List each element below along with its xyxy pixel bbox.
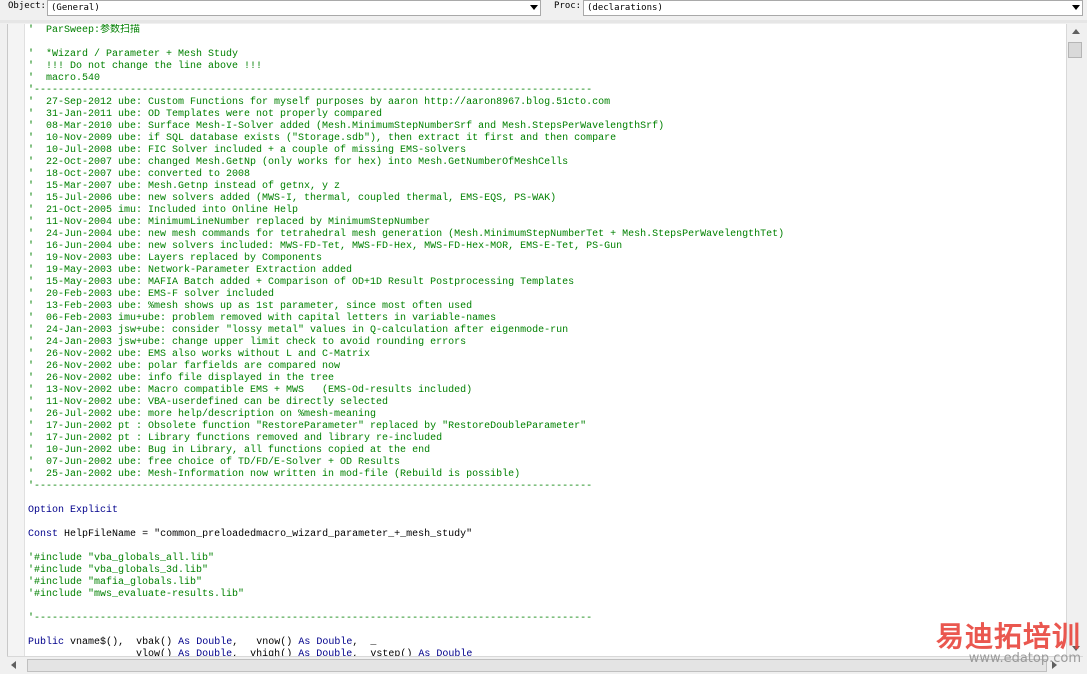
comment-line[interactable]: ' 26-Nov-2002 ube: EMS also works withou… — [28, 349, 784, 361]
comment-line[interactable]: ' 10-Jun-2002 ube: Bug in Library, all f… — [28, 445, 784, 457]
comment-line[interactable]: ' 26-Nov-2002 ube: info file displayed i… — [28, 373, 784, 385]
watermark-url: www.edatop.com — [968, 651, 1081, 666]
comment-line[interactable]: ' 16-Jun-2004 ube: new solvers included:… — [28, 241, 784, 253]
comment-line[interactable]: '---------------------------------------… — [28, 85, 784, 97]
object-dropdown[interactable]: (General) — [47, 0, 541, 16]
comment-line[interactable]: ' 15-May-2003 ube: MAFIA Batch added + C… — [28, 277, 784, 289]
comment-line[interactable]: ' 25-Jan-2002 ube: Mesh-Information now … — [28, 469, 784, 481]
comment-line[interactable]: ' 15-Jul-2006 ube: new solvers added (MW… — [28, 193, 784, 205]
editor-margin[interactable] — [8, 24, 25, 656]
comment-line[interactable]: ' 11-Nov-2004 ube: MinimumLineNumber rep… — [28, 217, 784, 229]
comment-line[interactable]: ' 10-Jul-2008 ube: FIC Solver included +… — [28, 145, 784, 157]
blank-line[interactable] — [28, 625, 784, 637]
proc-label: Proc: — [554, 1, 582, 11]
comment-line[interactable]: '#include "vba_globals_all.lib" — [28, 553, 784, 565]
code-editor[interactable]: ' ParSweep:参数扫描 ' *Wizard / Parameter + M… — [7, 24, 1066, 656]
object-dropdown-value: (General) — [51, 3, 100, 13]
blank-line[interactable] — [28, 541, 784, 553]
comment-line[interactable]: '#include "mws_evaluate-results.lib" — [28, 589, 784, 601]
comment-line[interactable]: '#include "mafia_globals.lib" — [28, 577, 784, 589]
comment-line[interactable]: ' 13-Feb-2003 ube: %mesh shows up as 1st… — [28, 301, 784, 313]
blank-line[interactable] — [28, 517, 784, 529]
comment-line[interactable]: ' macro.540 — [28, 73, 784, 85]
comment-line[interactable]: ' 19-May-2003 ube: Network-Parameter Ext… — [28, 265, 784, 277]
comment-line[interactable]: ' 13-Nov-2002 ube: Macro compatible EMS … — [28, 385, 784, 397]
comment-line[interactable]: ' 17-Jun-2002 pt : Library functions rem… — [28, 433, 784, 445]
comment-line[interactable]: ' 10-Nov-2009 ube: if SQL database exist… — [28, 133, 784, 145]
scroll-up-button[interactable] — [1067, 24, 1084, 40]
comment-line[interactable]: ' *Wizard / Parameter + Mesh Study — [28, 49, 784, 61]
comment-line[interactable]: ' !!! Do not change the line above !!! — [28, 61, 784, 73]
watermark-title: 易迪拓培训 — [935, 620, 1081, 653]
comment-line[interactable]: ' 06-Feb-2003 imu+ube: problem removed w… — [28, 313, 784, 325]
arrow-up-icon — [1072, 29, 1080, 34]
blank-line[interactable] — [28, 37, 784, 49]
comment-line[interactable]: ' 20-Feb-2003 ube: EMS-F solver included — [28, 289, 784, 301]
horizontal-scroll-thumb[interactable] — [27, 659, 1047, 672]
code-text[interactable]: ' ParSweep:参数扫描 ' *Wizard / Parameter + M… — [28, 25, 784, 656]
comment-line[interactable]: '---------------------------------------… — [28, 613, 784, 625]
code-line[interactable]: Option Explicit — [28, 505, 784, 517]
proc-dropdown-value: (declarations) — [587, 3, 663, 13]
chevron-down-icon[interactable] — [530, 5, 538, 10]
comment-line[interactable]: ' 17-Jun-2002 pt : Obsolete function "Re… — [28, 421, 784, 433]
comment-line[interactable]: ' 26-Jul-2002 ube: more help/description… — [28, 409, 784, 421]
comment-line[interactable]: ' ParSweep:参数扫描 — [28, 25, 784, 37]
comment-line[interactable]: ' 22-Oct-2007 ube: changed Mesh.GetNp (o… — [28, 157, 784, 169]
vertical-scrollbar[interactable] — [1066, 24, 1084, 656]
comment-line[interactable]: ' 19-Nov-2003 ube: Layers replaced by Co… — [28, 253, 784, 265]
proc-dropdown[interactable]: (declarations) — [583, 0, 1083, 16]
comment-line[interactable]: ' 18-Oct-2007 ube: converted to 2008 — [28, 169, 784, 181]
comment-line[interactable]: ' 11-Nov-2002 ube: VBA-userdefined can b… — [28, 397, 784, 409]
code-line[interactable]: Public vname$(), vbak() As Double, vnow(… — [28, 637, 784, 649]
code-line[interactable]: vlow() As Double, vhigh() As Double, vst… — [28, 649, 784, 656]
comment-line[interactable]: '#include "vba_globals_3d.lib" — [28, 565, 784, 577]
code-line[interactable]: Const HelpFileName = "common_preloadedma… — [28, 529, 784, 541]
comment-line[interactable]: ' 24-Jun-2004 ube: new mesh commands for… — [28, 229, 784, 241]
comment-line[interactable]: ' 21-Oct-2005 imu: Included into Online … — [28, 205, 784, 217]
horizontal-scrollbar[interactable] — [7, 656, 1083, 674]
comment-line[interactable]: ' 08-Mar-2010 ube: Surface Mesh-I-Solver… — [28, 121, 784, 133]
comment-line[interactable]: ' 24-Jan-2003 jsw+ube: change upper limi… — [28, 337, 784, 349]
comment-line[interactable]: ' 07-Jun-2002 ube: free choice of TD/FD/… — [28, 457, 784, 469]
watermark: 易迪拓培训 www.edatop.com — [936, 622, 1081, 666]
comment-line[interactable]: '---------------------------------------… — [28, 481, 784, 493]
object-label: Object: — [8, 1, 46, 11]
toolbar-divider — [0, 20, 1087, 23]
chevron-down-icon[interactable] — [1072, 5, 1080, 10]
arrow-left-icon[interactable] — [11, 661, 16, 669]
comment-line[interactable]: ' 31-Jan-2011 ube: OD Templates were not… — [28, 109, 784, 121]
blank-line[interactable] — [28, 493, 784, 505]
blank-line[interactable] — [28, 601, 784, 613]
comment-line[interactable]: ' 27-Sep-2012 ube: Custom Functions for … — [28, 97, 784, 109]
vertical-scroll-thumb[interactable] — [1068, 42, 1082, 58]
comment-line[interactable]: ' 26-Nov-2002 ube: polar farfields are c… — [28, 361, 784, 373]
comment-line[interactable]: ' 24-Jan-2003 jsw+ube: consider "lossy m… — [28, 325, 784, 337]
comment-line[interactable]: ' 15-Mar-2007 ube: Mesh.Getnp instead of… — [28, 181, 784, 193]
editor-toolbar: Object: (General) Proc: (declarations) — [0, 0, 1087, 18]
